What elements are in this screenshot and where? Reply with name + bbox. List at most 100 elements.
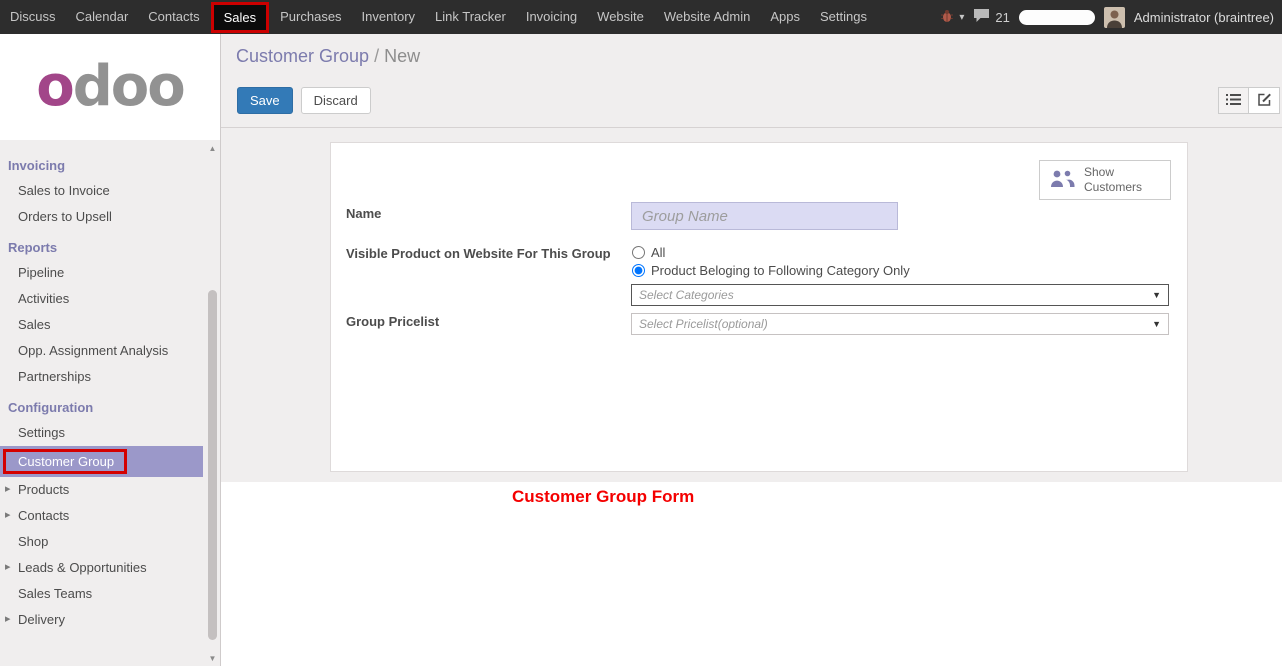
sidebar-item-label: Contacts [18, 508, 69, 523]
sidebar-item-label: Opp. Assignment Analysis [18, 343, 168, 358]
sidebar-item-customer-group[interactable]: Customer Group [0, 446, 203, 477]
topnav-item-website-admin[interactable]: Website Admin [654, 0, 760, 34]
save-button[interactable]: Save [237, 87, 293, 114]
categories-placeholder: Select Categories [639, 288, 1152, 302]
user-menu[interactable]: Administrator (braintree) [1134, 10, 1274, 25]
visibility-label: Visible Product on Website For This Grou… [346, 246, 641, 261]
radio-option-all[interactable]: All [632, 245, 910, 260]
name-label: Name [346, 206, 381, 221]
form-sheet: Show Customers Name Visible Product on W… [330, 142, 1188, 472]
sidebar-item-label: Shop [18, 534, 48, 549]
breadcrumb-current: New [384, 46, 420, 66]
sidebar-item-label: Activities [18, 291, 69, 306]
expand-caret-icon: ▸ [5, 612, 11, 625]
caret-down-icon[interactable]: ▾ [959, 12, 964, 23]
sidebar-section-configuration: Configuration [0, 390, 220, 420]
messages-button[interactable]: 21 [973, 8, 1009, 26]
scroll-up-icon[interactable]: ▲ [206, 144, 219, 153]
breadcrumb-parent[interactable]: Customer Group [236, 46, 369, 66]
topnav-menu: DiscussCalendarContactsSalesPurchasesInv… [0, 0, 877, 34]
sidebar-menu: InvoicingSales to InvoiceOrders to Upsel… [0, 140, 220, 633]
sidebar-item-partnerships[interactable]: Partnerships [0, 364, 220, 390]
left-sidebar: odoo InvoicingSales to InvoiceOrders to … [0, 34, 221, 666]
radio-input[interactable] [632, 264, 645, 277]
expand-caret-icon: ▸ [5, 508, 11, 521]
topnav-right: ▾ 21 Administrator (braintree) [940, 7, 1282, 28]
sidebar-item-label: Partnerships [18, 369, 91, 384]
sidebar-section-reports: Reports [0, 230, 220, 260]
top-navbar: DiscussCalendarContactsSalesPurchasesInv… [0, 0, 1282, 34]
breadcrumb-separator: / [374, 46, 379, 66]
radio-label: All [651, 245, 665, 260]
form-view-background: Show Customers Name Visible Product on W… [221, 128, 1282, 482]
topnav-item-invoicing[interactable]: Invoicing [516, 0, 587, 34]
show-customers-button[interactable]: Show Customers [1039, 160, 1171, 200]
pricelist-select[interactable]: Select Pricelist(optional) ▼ [631, 313, 1169, 335]
sidebar-item-opp-assignment-analysis[interactable]: Opp. Assignment Analysis [0, 338, 220, 364]
sidebar-scrollbar[interactable]: ▲ ▼ [206, 142, 219, 666]
logo-letter: o [36, 54, 72, 119]
users-icon [1048, 169, 1076, 192]
sidebar-item-label: Pipeline [18, 265, 64, 280]
sidebar-item-contacts[interactable]: ▸ Contacts [0, 503, 220, 529]
topnav-item-calendar[interactable]: Calendar [66, 0, 139, 34]
group-name-input[interactable] [631, 202, 898, 230]
topnav-item-inventory[interactable]: Inventory [352, 0, 425, 34]
sidebar-item-activities[interactable]: Activities [0, 286, 220, 312]
sidebar-item-sales-teams[interactable]: Sales Teams [0, 581, 220, 607]
annotation-caption: Customer Group Form [512, 487, 694, 507]
sidebar-item-sales[interactable]: Sales [0, 312, 220, 338]
control-buttons: Save Discard [237, 87, 371, 114]
sidebar-item-label: Leads & Opportunities [18, 560, 147, 575]
radio-input[interactable] [632, 246, 645, 259]
sidebar-item-pipeline[interactable]: Pipeline [0, 260, 220, 286]
sidebar-item-label: Sales [18, 317, 51, 332]
topnav-item-settings[interactable]: Settings [810, 0, 877, 34]
chat-bubble-icon [973, 8, 990, 26]
topnav-item-website[interactable]: Website [587, 0, 654, 34]
sidebar-item-delivery[interactable]: ▸ Delivery [0, 607, 220, 633]
sidebar-item-orders-to-upsell[interactable]: Orders to Upsell [0, 204, 220, 230]
list-view-button[interactable] [1218, 87, 1249, 114]
topnav-item-sales[interactable]: Sales [211, 2, 270, 33]
topnav-item-apps[interactable]: Apps [760, 0, 810, 34]
sidebar-item-label: Delivery [18, 612, 65, 627]
content-area: Show Customers Name Visible Product on W… [221, 128, 1282, 666]
status-pill-widget[interactable] [1019, 10, 1095, 25]
topnav-item-contacts[interactable]: Contacts [138, 0, 209, 34]
logo-letter: o [147, 54, 183, 119]
logo-letter: o [111, 54, 147, 119]
sidebar-item-label: Sales Teams [18, 586, 92, 601]
avatar[interactable] [1104, 7, 1125, 28]
radio-label: Product Beloging to Following Category O… [651, 263, 910, 278]
sidebar-item-products[interactable]: ▸Products [0, 477, 220, 503]
discard-button[interactable]: Discard [301, 87, 371, 114]
radio-option-product-beloging-to-following-category-only[interactable]: Product Beloging to Following Category O… [632, 263, 910, 278]
select-caret-icon: ▼ [1152, 290, 1161, 300]
sidebar-item-settings[interactable]: Settings [0, 420, 220, 446]
pricelist-placeholder: Select Pricelist(optional) [639, 317, 1152, 331]
topnav-item-discuss[interactable]: Discuss [0, 0, 66, 34]
form-view-button[interactable] [1249, 87, 1280, 114]
sidebar-item-label: Sales to Invoice [18, 183, 110, 198]
control-panel: Customer Group/New Save Discard [221, 34, 1282, 128]
debug-bug-icon[interactable] [940, 9, 954, 26]
topnav-item-link-tracker[interactable]: Link Tracker [425, 0, 516, 34]
sidebar-item-sales-to-invoice[interactable]: Sales to Invoice [0, 178, 220, 204]
list-icon [1226, 93, 1241, 109]
logo-area: odoo [0, 34, 220, 140]
scroll-down-icon[interactable]: ▼ [206, 654, 219, 663]
sidebar-item-label: Customer Group [3, 449, 127, 474]
messages-count: 21 [995, 10, 1009, 25]
categories-select[interactable]: Select Categories ▼ [631, 284, 1169, 306]
scrollbar-thumb[interactable] [208, 290, 217, 640]
sidebar-item-label: Orders to Upsell [18, 209, 112, 224]
select-caret-icon: ▼ [1152, 319, 1161, 329]
sidebar-item-leads-opportunities[interactable]: ▸Leads & Opportunities [0, 555, 220, 581]
sidebar-item-label: Products [18, 482, 69, 497]
sidebar-item-shop[interactable]: Shop [0, 529, 220, 555]
topnav-item-purchases[interactable]: Purchases [270, 0, 351, 34]
show-customers-label: Show Customers [1084, 165, 1154, 195]
odoo-logo[interactable]: odoo [36, 59, 184, 115]
view-switcher [1218, 87, 1280, 114]
